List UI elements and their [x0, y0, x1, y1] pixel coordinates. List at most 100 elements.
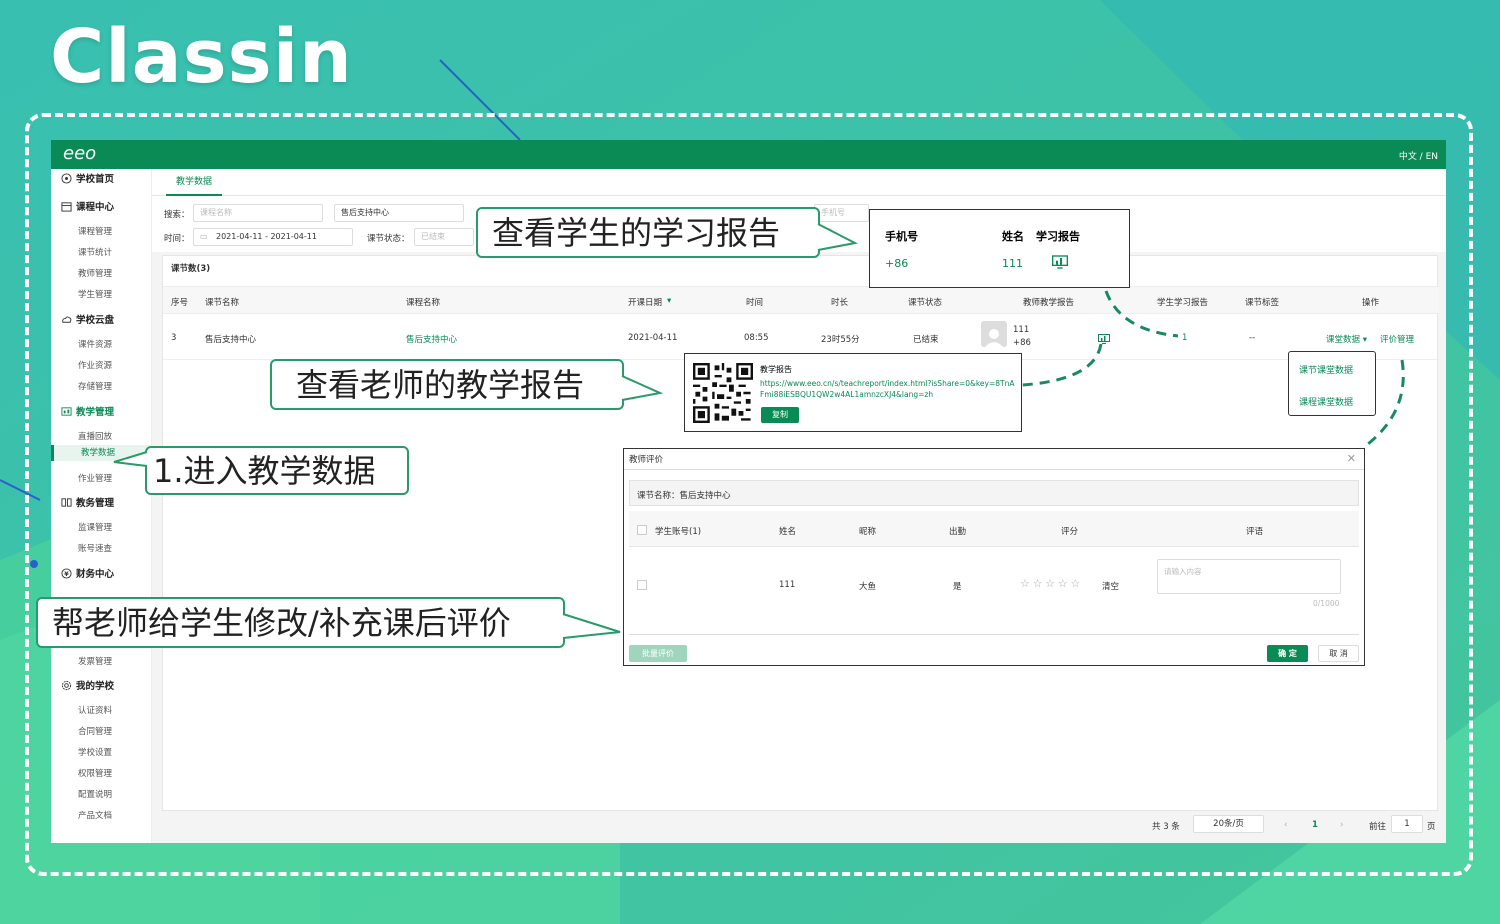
callout-evaluation: 帮老师给学生修改/补充课后评价 — [36, 597, 565, 648]
callout-teacher-report: 查看老师的教学报告 — [270, 359, 624, 410]
sidebar-section-17[interactable]: ¥ 财务中心 — [61, 566, 114, 580]
lesson-name-text: 课节名称：售后支持中心 — [637, 491, 731, 501]
sidebar-section-6[interactable]: 学校云盘 — [61, 312, 114, 326]
close-icon[interactable]: ✕ — [1347, 452, 1356, 465]
top-bar: eeo 中文 / EN — [51, 140, 1446, 169]
sidebar-item-8[interactable]: 作业资源 — [78, 359, 112, 371]
cell-tag: -- — [1249, 333, 1256, 343]
comment-char-count: 0/1000 — [1313, 599, 1340, 608]
column-header-10: 操作 — [1362, 298, 1380, 308]
sidebar-item-20[interactable]: 认证资料 — [78, 704, 112, 716]
sidebar-item-15[interactable]: 监课管理 — [78, 521, 112, 533]
classin-logo: Classin — [50, 14, 353, 100]
col-attendance: 出勤 — [949, 527, 967, 537]
callout-student-report: 查看学生的学习报告 — [476, 207, 820, 258]
date-range-picker[interactable]: ▭ 2021-04-11 - 2021-04-11 — [193, 228, 353, 246]
menu-item-course-data[interactable]: 课程课堂数据 — [1299, 395, 1353, 408]
comment-textarea[interactable]: 请输入内容 — [1157, 559, 1341, 594]
sidebar-section-label: 我的学校 — [76, 681, 115, 692]
sidebar-item-16[interactable]: 账号速查 — [78, 542, 112, 554]
column-header-3[interactable]: 开课日期 — [628, 296, 662, 308]
sidebar-item-21[interactable]: 合同管理 — [78, 725, 112, 737]
calendar-icon — [61, 201, 72, 212]
sidebar-item-18[interactable]: 发票管理 — [78, 655, 112, 667]
page-size-select[interactable]: 20条/页 — [1193, 815, 1264, 833]
column-header-8: 学生学习报告 — [1157, 298, 1209, 308]
dialog-title: 教师评价 — [629, 455, 664, 465]
current-page[interactable]: 1 — [1312, 820, 1318, 830]
language-switch[interactable]: 中文 / EN — [1399, 149, 1438, 162]
dialog-table-header: 学生账号(1) 姓名 昵称 出勤 评分 评语 — [629, 511, 1359, 547]
cell-course-link[interactable]: 售后支持中心 — [406, 333, 457, 345]
star-icon: ☆ — [1045, 577, 1056, 590]
course-name-input[interactable]: 课程名称 — [193, 204, 323, 222]
gear-icon — [61, 680, 72, 690]
sidebar-item-12[interactable]: 教学数据 — [51, 445, 152, 461]
status-select[interactable]: 已结束 — [414, 228, 474, 246]
next-page-icon[interactable]: › — [1340, 820, 1343, 830]
popup-header-report: 学习报告 — [1036, 230, 1080, 243]
clear-rating-link[interactable]: 清空 — [1102, 580, 1119, 592]
teacher-report-icon[interactable] — [1098, 334, 1110, 344]
row-checkbox[interactable] — [637, 580, 647, 590]
prev-page-icon[interactable]: ‹ — [1284, 820, 1287, 830]
class-data-dropdown[interactable]: 课堂数据 ▾ — [1326, 333, 1367, 345]
report-url[interactable]: https://www.eeo.cn/s/teachreport/index.h… — [760, 378, 1018, 400]
caret-down-icon: ▾ — [1362, 335, 1367, 345]
callout-teaching-data: 1.进入教学数据 — [145, 446, 409, 495]
sidebar-section-10[interactable]: 教学管理 — [61, 404, 114, 418]
student-report-icon[interactable] — [1052, 255, 1068, 269]
star-icon: ☆ — [1020, 577, 1030, 590]
sidebar-section-19[interactable]: 我的学校 — [61, 678, 114, 692]
search-label: 搜索： — [164, 210, 190, 220]
teacher-phone: +86 — [1013, 338, 1031, 348]
evaluation-manage-link[interactable]: 评价管理 — [1380, 333, 1414, 345]
confirm-button[interactable]: 确 定 — [1267, 645, 1308, 662]
column-header-5: 时长 — [831, 298, 849, 308]
cloud-icon — [62, 315, 72, 323]
cancel-button[interactable]: 取 消 — [1318, 645, 1359, 662]
sidebar-section-label: 财务中心 — [76, 569, 115, 580]
column-header-2: 课程名称 — [406, 298, 441, 308]
sort-desc-icon[interactable]: ▾ — [667, 296, 671, 306]
popup-phone: +86 — [885, 257, 909, 270]
goto-page-input[interactable]: 1 — [1391, 815, 1423, 833]
sidebar-item-11[interactable]: 直播回放 — [78, 430, 112, 442]
popup-header-name: 姓名 — [1002, 230, 1024, 243]
sidebar-section-14[interactable]: 教务管理 — [61, 495, 114, 509]
sidebar-item-2[interactable]: 课程管理 — [78, 225, 112, 237]
sidebar-section-label: 教学管理 — [76, 407, 115, 418]
tab-teaching-data[interactable]: 教学数据 — [166, 169, 223, 196]
sidebar-section-1[interactable]: 课程中心 — [61, 199, 114, 213]
sidebar-item-7[interactable]: 课件资源 — [78, 338, 112, 350]
student-report-link[interactable]: 1 — [1182, 333, 1187, 343]
col-rating: 评分 — [1061, 527, 1079, 537]
sidebar-item-9[interactable]: 存储管理 — [78, 380, 112, 392]
star-rating[interactable]: ☆ ☆ ☆ ☆ ☆ — [1020, 577, 1080, 590]
sidebar-item-22[interactable]: 学校设置 — [78, 746, 112, 758]
copy-button[interactable]: 复制 — [761, 407, 799, 423]
course-center-select[interactable]: 售后支持中心 — [334, 204, 464, 222]
sidebar-section-0[interactable]: 学校首页 — [61, 171, 114, 185]
star-icon: ☆ — [1057, 577, 1068, 590]
cell-duration: 23时55分 — [821, 335, 860, 345]
teacher-avatar — [981, 321, 1007, 347]
row-nickname: 大鱼 — [859, 582, 877, 592]
sidebar-item-25[interactable]: 产品文档 — [78, 809, 112, 821]
sidebar-item-5[interactable]: 学生管理 — [78, 288, 112, 300]
teacher-name: 111 — [1013, 325, 1030, 335]
sidebar-item-3[interactable]: 课节统计 — [78, 246, 112, 258]
phone-input[interactable]: 手机号 — [814, 204, 869, 222]
cell-date: 2021-04-11 — [628, 333, 678, 343]
sidebar-item-23[interactable]: 权限管理 — [78, 767, 112, 779]
select-all-checkbox[interactable] — [637, 525, 647, 535]
cell-time: 08:55 — [744, 333, 769, 343]
column-header-6: 课节状态 — [908, 298, 943, 308]
sidebar-item-13[interactable]: 作业管理 — [78, 472, 112, 484]
batch-evaluate-button[interactable]: 批量评价 — [629, 645, 687, 662]
teaching-report-popup: 教学报告 https://www.eeo.cn/s/teachreport/in… — [684, 353, 1022, 432]
sidebar-item-4[interactable]: 教师管理 — [78, 267, 112, 279]
menu-item-lesson-data[interactable]: 课节课堂数据 — [1299, 363, 1353, 376]
sidebar-item-24[interactable]: 配置说明 — [78, 788, 112, 800]
column-header-1: 课节名称 — [205, 298, 240, 308]
